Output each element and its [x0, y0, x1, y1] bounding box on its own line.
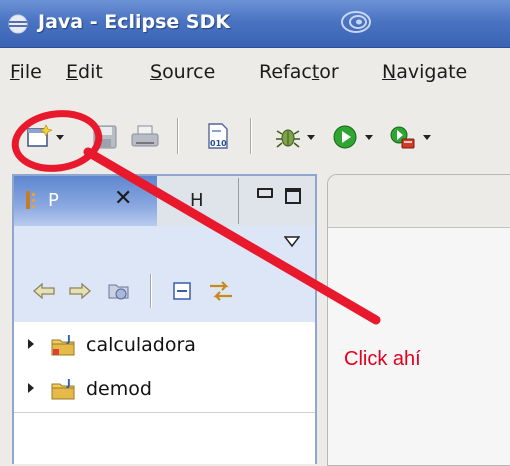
view-toolbar [14, 262, 315, 322]
run-icon [333, 125, 357, 149]
editor-tab-bar [328, 175, 510, 228]
java-project-icon: J [51, 334, 75, 356]
svg-text:J: J [66, 378, 71, 389]
debug-button[interactable] [275, 124, 319, 150]
external-tools-icon [390, 126, 415, 149]
menu-file[interactable]: File [10, 61, 42, 83]
window-title: Java - Eclipse SDK [38, 11, 231, 33]
annotation-label: Click ahí [344, 348, 421, 370]
chevron-down-icon [365, 135, 373, 140]
toolbar-separator [177, 118, 179, 154]
link-with-editor-icon[interactable] [208, 278, 234, 304]
tab-package-explorer[interactable]: P ✕ [14, 176, 157, 226]
java-project-icon: J [51, 378, 75, 400]
project-name: calculadora [86, 334, 196, 356]
expand-arrow-icon[interactable] [28, 383, 34, 393]
new-wizard-icon [27, 124, 52, 147]
maximize-icon[interactable] [285, 188, 301, 204]
view-menu-icon[interactable] [284, 236, 300, 248]
up-folder-icon[interactable] [106, 278, 132, 304]
collapse-all-icon[interactable] [172, 281, 194, 301]
toolbar-separator [250, 118, 252, 154]
menu-edit[interactable]: Edit [66, 61, 103, 83]
menu-refactor[interactable]: Refactor [259, 61, 339, 83]
main-toolbar: 010 [0, 94, 510, 170]
save-icon[interactable] [92, 124, 118, 150]
svg-text:J: J [66, 334, 71, 345]
chevron-down-icon [423, 135, 431, 140]
expand-arrow-icon[interactable] [28, 339, 34, 349]
minimize-icon[interactable] [257, 188, 273, 198]
menu-navigate[interactable]: Navigate [382, 61, 467, 83]
open-type-icon[interactable]: 010 [206, 122, 230, 150]
tab-label: P [48, 190, 59, 211]
tree-divider [14, 412, 315, 413]
svg-text:010: 010 [210, 139, 227, 148]
tree-item-demod[interactable]: J demod [14, 368, 315, 410]
menu-bar: File Edit Source Refactor Navigate [0, 48, 510, 94]
chevron-down-icon [56, 135, 64, 140]
view-tab-bar: P ✕ H [14, 176, 315, 226]
new-wizard-button[interactable] [26, 124, 84, 152]
view-menu-strip [14, 226, 315, 262]
editor-area [327, 174, 510, 466]
package-explorer-icon [26, 191, 35, 209]
toolbar-separator [150, 274, 152, 308]
external-tools-button[interactable] [389, 124, 433, 150]
menu-source[interactable]: Source [150, 61, 215, 83]
close-icon[interactable]: ✕ [114, 186, 132, 211]
tree-item-calculadora[interactable]: J calculadora [14, 324, 315, 366]
print-icon[interactable] [130, 124, 160, 150]
run-button[interactable] [333, 124, 377, 150]
package-explorer-view: P ✕ H J calculadora J demod [12, 174, 317, 464]
debug-icon [276, 129, 300, 148]
desktop-swirl-icon [341, 11, 371, 33]
tab-divider [238, 178, 239, 224]
project-name: demod [86, 378, 152, 400]
back-arrow-icon[interactable] [32, 280, 56, 302]
tab-hierarchy[interactable]: H [190, 190, 204, 211]
eclipse-app-icon [8, 14, 28, 34]
window-titlebar: Java - Eclipse SDK [0, 0, 510, 48]
forward-arrow-icon[interactable] [68, 280, 92, 302]
chevron-down-icon [307, 135, 315, 140]
